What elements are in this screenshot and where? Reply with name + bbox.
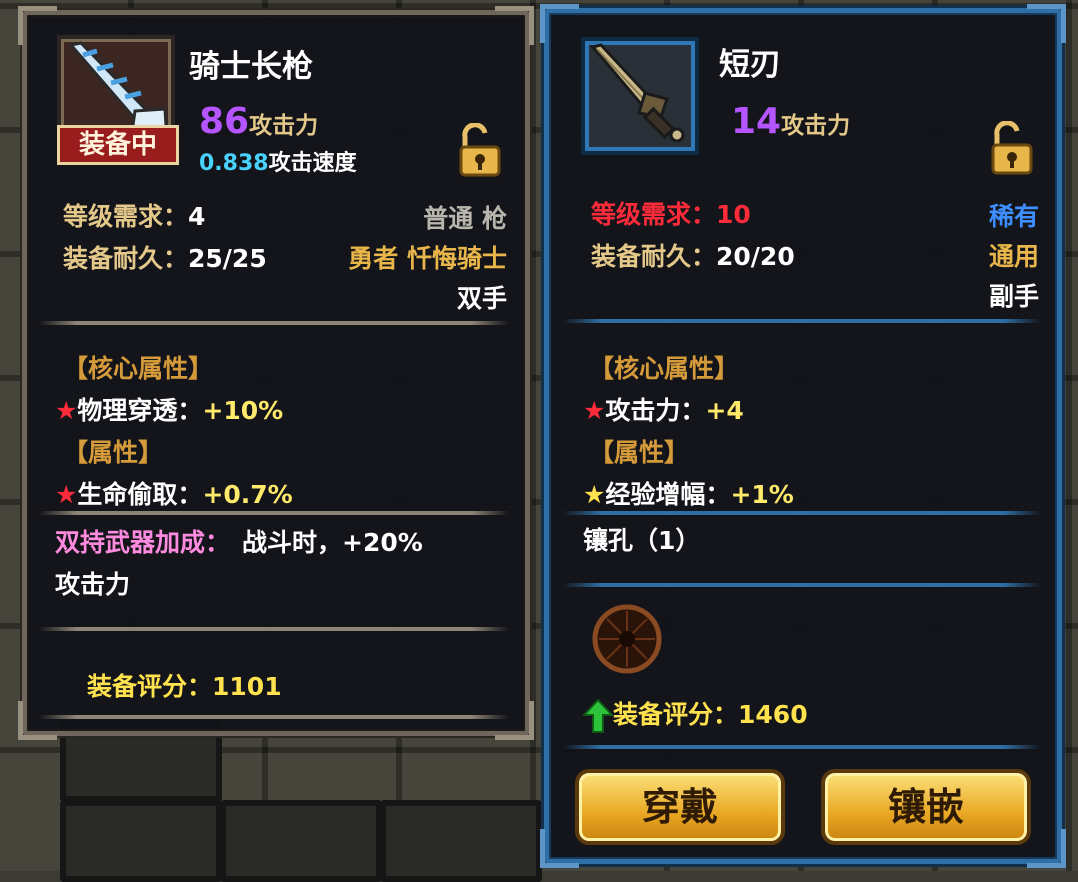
panel-corner: [495, 6, 534, 45]
panel-corner: [495, 701, 534, 740]
background-slot: [220, 800, 382, 882]
attack-value: 86: [199, 101, 250, 142]
level-req-value: 10: [716, 200, 751, 229]
panel-corner: [540, 829, 579, 868]
panel-corner: [18, 701, 57, 740]
empty-socket-icon[interactable]: [591, 603, 663, 675]
dual-bonus-line2: 攻击力: [55, 570, 131, 599]
core-stat-value: +10%: [202, 396, 284, 425]
core-attribute-line: ★物理穿透：+10%: [55, 391, 283, 427]
wear-button[interactable]: 穿戴: [575, 769, 785, 845]
star-icon: ★: [55, 480, 78, 509]
upgrade-arrow-icon: [581, 698, 615, 733]
core-stat-label: 攻击力：: [605, 396, 706, 425]
divider: [563, 511, 1041, 515]
attack-stat: 14攻击力: [731, 101, 850, 142]
divider: [39, 627, 509, 631]
rarity: 稀有: [988, 202, 1039, 231]
background-slot: [380, 800, 542, 882]
core-attributes-header: 【核心属性】: [589, 354, 740, 383]
durability-value: 25/25: [188, 244, 267, 273]
background-slot: [60, 800, 222, 882]
divider: [39, 715, 509, 719]
durability: 装备耐久：25/25: [63, 239, 267, 275]
divider: [563, 745, 1041, 749]
panel-corner: [1027, 4, 1066, 43]
attack-label: 攻击力: [781, 113, 851, 139]
dual-bonus-value: 战斗时，+20%: [242, 528, 423, 557]
durability-label: 装备耐久：: [63, 244, 189, 273]
attack-stat: 86攻击力: [199, 101, 318, 142]
panel-corner: [540, 4, 579, 43]
level-requirement: 等级需求：10: [591, 195, 751, 231]
equipment-score: 装备评分：1460: [581, 695, 808, 733]
core-attributes-header: 【核心属性】: [63, 354, 214, 383]
usage-type: 通用: [988, 242, 1039, 271]
star-icon: ★: [55, 396, 78, 425]
attr-stat-label: 经验增幅：: [605, 480, 731, 509]
durability-label: 装备耐久：: [591, 242, 717, 271]
star-icon: ★: [583, 396, 606, 425]
item-name: 短刃: [719, 47, 781, 83]
socket-count: 镶孔（1）: [583, 526, 701, 555]
unlocked-padlock-icon[interactable]: [457, 123, 501, 179]
unlocked-padlock-icon[interactable]: [989, 121, 1033, 177]
level-req-label: 等级需求：: [63, 202, 189, 231]
dual-bonus-label: 双持武器加成：: [55, 528, 231, 557]
score-label: 装备评分：: [87, 672, 213, 701]
equipment-score: 装备评分：1101: [87, 667, 282, 703]
dual-wield-bonus: 双持武器加成： 战斗时，+20%: [55, 523, 423, 559]
item-name: 骑士长枪: [189, 49, 313, 85]
score-value: 1460: [738, 700, 808, 729]
score-value: 1101: [212, 672, 282, 701]
divider: [563, 583, 1041, 587]
durability-value: 20/20: [716, 242, 795, 271]
equipped-item-tooltip: 装备中 骑士长枪 86攻击力 0.838攻击速度 等级需求：4 普通 枪 装备耐…: [18, 6, 534, 740]
equipped-badge: 装备中: [57, 125, 179, 165]
score-label: 装备评分：: [613, 700, 739, 729]
durability: 装备耐久：20/20: [591, 237, 795, 273]
attr-stat-value: +1%: [730, 480, 794, 509]
panel-corner: [1027, 829, 1066, 868]
hands-type: 双手: [456, 284, 507, 313]
speed-stat: 0.838攻击速度: [199, 145, 357, 177]
attr-stat-value: +0.7%: [202, 480, 293, 509]
attribute-line: ★生命偷取：+0.7%: [55, 475, 293, 511]
attr-stat-label: 生命偷取：: [77, 480, 203, 509]
attribute-line: ★经验增幅：+1%: [583, 475, 794, 511]
star-icon: ★: [583, 480, 606, 509]
speed-value: 0.838: [199, 151, 269, 176]
attributes-header: 【属性】: [589, 438, 690, 467]
hands-type: 副手: [988, 282, 1039, 311]
core-stat-value: +4: [705, 396, 744, 425]
attributes-header: 【属性】: [63, 438, 164, 467]
core-stat-label: 物理穿透：: [77, 396, 203, 425]
compare-item-tooltip: 短刃 14攻击力 等级需求：10 稀有 装备耐久：20/20 通用 副手 【核心…: [540, 4, 1066, 868]
core-attribute-line: ★攻击力：+4: [583, 391, 744, 427]
divider: [563, 319, 1041, 323]
inlay-button[interactable]: 镶嵌: [821, 769, 1031, 845]
speed-label: 攻击速度: [268, 151, 357, 176]
level-req-label: 等级需求：: [591, 200, 717, 229]
attack-value: 14: [731, 101, 782, 142]
divider: [39, 321, 509, 325]
level-requirement: 等级需求：4: [63, 197, 205, 233]
item-icon-frame: [581, 37, 699, 155]
item-type: 普通 枪: [423, 204, 507, 233]
divider: [39, 511, 509, 515]
level-req-value: 4: [188, 202, 206, 231]
panel-corner: [18, 6, 57, 45]
class-requirement: 勇者 忏悔骑士: [348, 244, 507, 273]
attack-label: 攻击力: [249, 113, 319, 139]
dagger-icon: [590, 43, 685, 143]
